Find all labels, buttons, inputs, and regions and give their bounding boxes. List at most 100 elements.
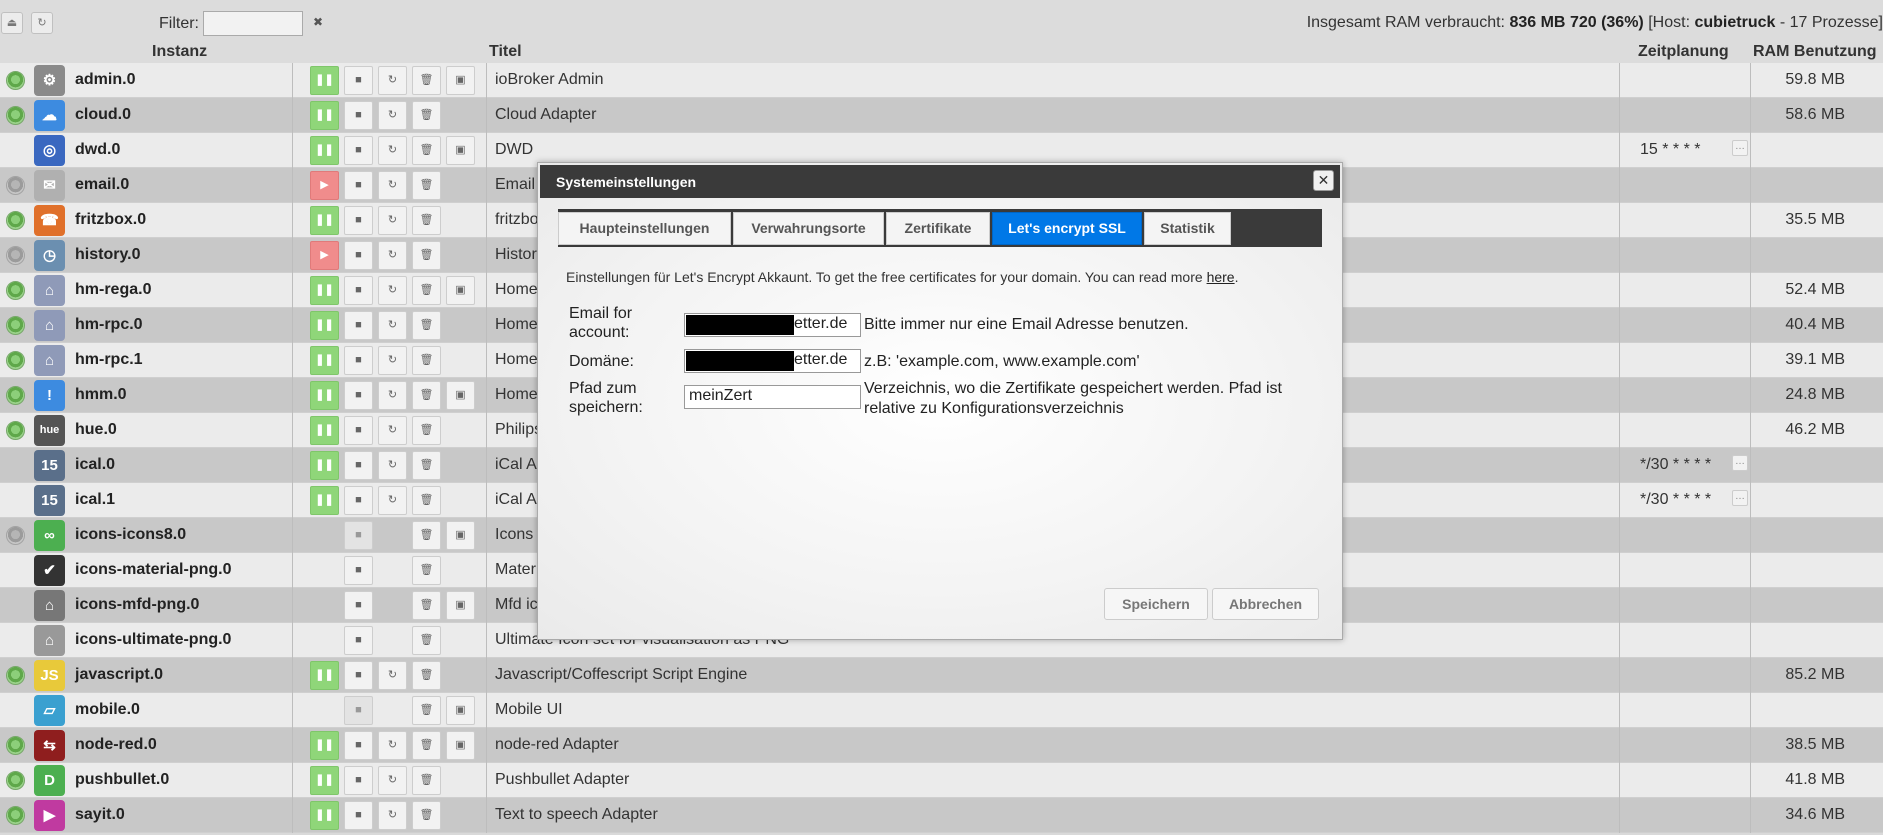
delete-button[interactable]: 🗑: [412, 661, 441, 690]
stop-button[interactable]: ■: [344, 136, 373, 165]
cancel-button[interactable]: Abbrechen: [1212, 588, 1319, 620]
pause-button[interactable]: ❚❚: [310, 381, 339, 410]
schedule-edit-button[interactable]: …: [1732, 140, 1748, 156]
delete-button[interactable]: 🗑: [412, 521, 441, 550]
image-button[interactable]: ▣: [446, 591, 475, 620]
stop-button[interactable]: ■: [344, 801, 373, 830]
tab-verwahrungsorte[interactable]: Verwahrungsorte: [733, 212, 884, 245]
delete-button[interactable]: 🗑: [412, 66, 441, 95]
delete-button[interactable]: 🗑: [412, 766, 441, 795]
pause-button[interactable]: ❚❚: [310, 486, 339, 515]
email-field[interactable]: etter.de: [684, 313, 861, 337]
pause-button[interactable]: ❚❚: [310, 451, 339, 480]
restart-button[interactable]: ↻: [378, 451, 407, 480]
restart-button[interactable]: ↻: [378, 206, 407, 235]
stop-button[interactable]: ■: [344, 591, 373, 620]
save-button[interactable]: Speichern: [1104, 588, 1208, 620]
stop-button[interactable]: ■: [344, 451, 373, 480]
close-icon[interactable]: ✕: [1313, 170, 1334, 191]
restart-button[interactable]: ↻: [378, 731, 407, 760]
stop-button[interactable]: ■: [344, 626, 373, 655]
delete-button[interactable]: 🗑: [412, 731, 441, 760]
stop-button[interactable]: ■: [344, 101, 373, 130]
tab-statistik[interactable]: Statistik: [1144, 212, 1231, 245]
pause-button[interactable]: ❚❚: [310, 101, 339, 130]
restart-button[interactable]: ↻: [378, 101, 407, 130]
delete-button[interactable]: 🗑: [412, 101, 441, 130]
stop-button[interactable]: ■: [344, 661, 373, 690]
collapse-icon[interactable]: ⏏: [1, 12, 23, 34]
stop-button[interactable]: ■: [344, 556, 373, 585]
col-ram[interactable]: RAM Benutzung: [1753, 43, 1877, 61]
delete-button[interactable]: 🗑: [412, 416, 441, 445]
restart-button[interactable]: ↻: [378, 311, 407, 340]
col-titel[interactable]: Titel: [489, 43, 522, 61]
delete-button[interactable]: 🗑: [412, 346, 441, 375]
stop-button[interactable]: ■: [344, 521, 373, 550]
restart-button[interactable]: ↻: [378, 276, 407, 305]
delete-button[interactable]: 🗑: [412, 206, 441, 235]
pause-button[interactable]: ❚❚: [310, 206, 339, 235]
delete-button[interactable]: 🗑: [412, 171, 441, 200]
filter-input[interactable]: [203, 11, 303, 36]
image-button[interactable]: ▣: [446, 136, 475, 165]
restart-button[interactable]: ↻: [378, 416, 407, 445]
pause-button[interactable]: ❚❚: [310, 731, 339, 760]
col-zeitplanung[interactable]: Zeitplanung: [1638, 43, 1729, 61]
pause-button[interactable]: ❚❚: [310, 766, 339, 795]
delete-button[interactable]: 🗑: [412, 696, 441, 725]
stop-button[interactable]: ■: [344, 206, 373, 235]
restart-button[interactable]: ↻: [378, 66, 407, 95]
delete-button[interactable]: 🗑: [412, 276, 441, 305]
stop-button[interactable]: ■: [344, 311, 373, 340]
pause-button[interactable]: ❚❚: [310, 66, 339, 95]
stop-button[interactable]: ■: [344, 486, 373, 515]
delete-button[interactable]: 🗑: [412, 801, 441, 830]
restart-button[interactable]: ↻: [378, 241, 407, 270]
delete-button[interactable]: 🗑: [412, 241, 441, 270]
tab-letsencrypt[interactable]: Let's encrypt SSL: [992, 212, 1142, 245]
delete-button[interactable]: 🗑: [412, 451, 441, 480]
stop-button[interactable]: ■: [344, 381, 373, 410]
delete-button[interactable]: 🗑: [412, 556, 441, 585]
pause-button[interactable]: ❚❚: [310, 661, 339, 690]
clear-filter-icon[interactable]: ✖: [311, 15, 325, 29]
delete-button[interactable]: 🗑: [412, 311, 441, 340]
restart-button[interactable]: ↻: [378, 381, 407, 410]
image-button[interactable]: ▣: [446, 521, 475, 550]
stop-button[interactable]: ■: [344, 346, 373, 375]
pause-button[interactable]: ❚❚: [310, 311, 339, 340]
image-button[interactable]: ▣: [446, 381, 475, 410]
schedule-edit-button[interactable]: …: [1732, 490, 1748, 506]
delete-button[interactable]: 🗑: [412, 486, 441, 515]
image-button[interactable]: ▣: [446, 66, 475, 95]
stop-button[interactable]: ■: [344, 731, 373, 760]
restart-button[interactable]: ↻: [378, 661, 407, 690]
tab-zertifikate[interactable]: Zertifikate: [886, 212, 990, 245]
pause-button[interactable]: ❚❚: [310, 346, 339, 375]
image-button[interactable]: ▣: [446, 696, 475, 725]
restart-button[interactable]: ↻: [378, 136, 407, 165]
domain-field[interactable]: etter.de: [684, 349, 861, 373]
pause-button[interactable]: ❚❚: [310, 801, 339, 830]
pause-button[interactable]: ❚❚: [310, 136, 339, 165]
image-button[interactable]: ▣: [446, 731, 475, 760]
restart-button[interactable]: ↻: [378, 346, 407, 375]
path-field[interactable]: meinZert: [684, 385, 861, 409]
pause-button[interactable]: ❚❚: [310, 276, 339, 305]
restart-button[interactable]: ↻: [378, 171, 407, 200]
schedule-edit-button[interactable]: …: [1732, 455, 1748, 471]
play-button[interactable]: ▶: [310, 241, 339, 270]
restart-button[interactable]: ↻: [378, 486, 407, 515]
stop-button[interactable]: ■: [344, 276, 373, 305]
stop-button[interactable]: ■: [344, 66, 373, 95]
delete-button[interactable]: 🗑: [412, 381, 441, 410]
restart-button[interactable]: ↻: [378, 801, 407, 830]
stop-button[interactable]: ■: [344, 241, 373, 270]
delete-button[interactable]: 🗑: [412, 591, 441, 620]
restart-button[interactable]: ↻: [378, 766, 407, 795]
refresh-icon[interactable]: ↻: [31, 12, 53, 34]
stop-button[interactable]: ■: [344, 416, 373, 445]
stop-button[interactable]: ■: [344, 766, 373, 795]
col-instanz[interactable]: Instanz: [152, 43, 207, 61]
